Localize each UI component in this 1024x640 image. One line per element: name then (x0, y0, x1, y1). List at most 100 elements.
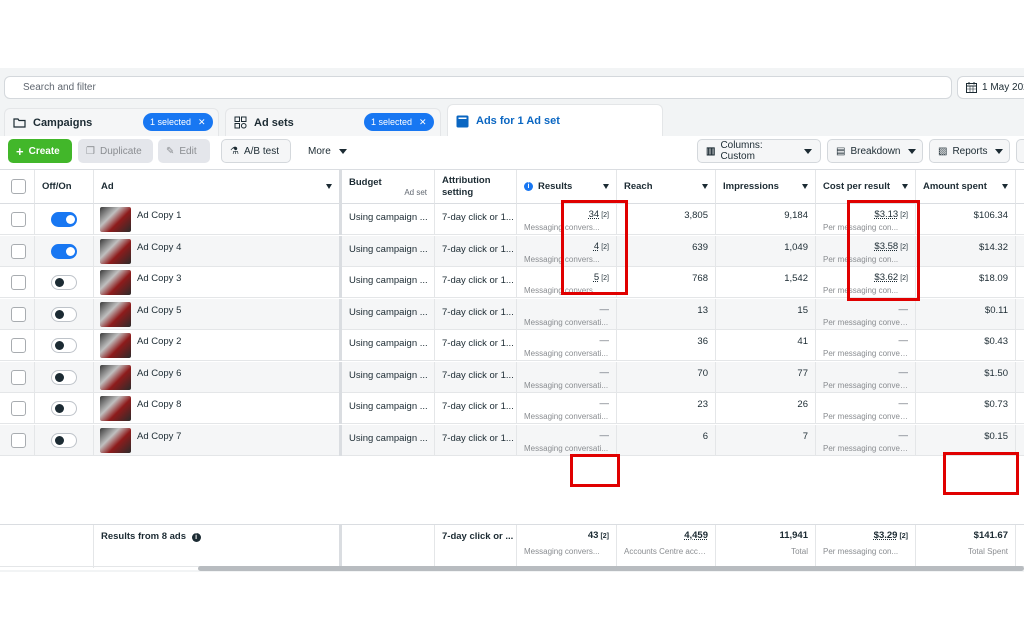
row-checkbox[interactable] (11, 433, 26, 448)
row-results-value[interactable]: 5 [2] (594, 272, 609, 283)
row-checkbox[interactable] (11, 370, 26, 385)
row-results-value[interactable]: 4 [2] (594, 241, 609, 252)
breakdown-button[interactable]: ▤ Breakdown (827, 139, 923, 163)
ad-status-toggle[interactable] (51, 244, 77, 259)
table-row[interactable]: Ad Copy 8 Using campaign ... 7-day click o… (0, 393, 1024, 424)
ad-status-toggle[interactable] (51, 338, 77, 353)
tab-campaigns[interactable]: Campaigns 1 selected ✕ (4, 108, 219, 136)
row-checkbox[interactable] (11, 338, 26, 353)
table-row[interactable]: Ad Copy 1 Using campaign ... 7-day click o… (0, 204, 1024, 235)
ad-name[interactable]: Ad Copy 3 (137, 273, 181, 284)
header-amount-spent[interactable]: Amount spent (916, 170, 1016, 204)
table-row[interactable]: Ad Copy 5 Using campaign ... 7-day click o… (0, 299, 1024, 330)
ad-status-toggle[interactable] (51, 307, 77, 322)
table-row[interactable]: Ad Copy 4 Using campaign ... 7-day click o… (0, 236, 1024, 267)
table-row[interactable]: Ad Copy 2 Using campaign ... 7-day click o… (0, 330, 1024, 361)
ad-name[interactable]: Ad Copy 1 (137, 210, 181, 221)
header-budget[interactable]: Budget Ad set (342, 170, 435, 204)
ad-name[interactable]: Ad Copy 5 (137, 305, 181, 316)
header-impressions[interactable]: Impressions (716, 170, 816, 204)
header-attribution[interactable]: Attribution setting (435, 170, 517, 204)
close-icon[interactable]: ✕ (198, 117, 206, 128)
row-checkbox[interactable] (11, 307, 26, 322)
row-reach: 768 (617, 267, 716, 298)
ad-status-toggle[interactable] (51, 212, 77, 227)
date-range-button[interactable]: 1 May 202 (957, 76, 1024, 99)
row-cost-sub: Per messaging conver... (823, 381, 908, 390)
ad-thumbnail[interactable] (100, 207, 131, 232)
create-button[interactable]: + Create (8, 139, 72, 163)
duplicate-button[interactable]: ❐ Duplicate (78, 139, 153, 163)
ad-status-toggle[interactable] (51, 401, 77, 416)
ad-status-toggle[interactable] (51, 370, 77, 385)
row-cost-value[interactable]: $3.13 [2] (874, 209, 908, 220)
ad-name[interactable]: Ad Copy 2 (137, 336, 181, 347)
row-results-value[interactable]: — (600, 304, 610, 315)
row-checkbox[interactable] (11, 212, 26, 227)
ad-name[interactable]: Ad Copy 8 (137, 399, 181, 410)
search-filter-input[interactable]: Search and filter (4, 76, 952, 99)
sort-icon[interactable] (603, 184, 609, 189)
row-checkbox[interactable] (11, 401, 26, 416)
edit-button[interactable]: ✎ Edit (158, 139, 210, 163)
table-row[interactable]: Ad Copy 7 Using campaign ... 7-day click o… (0, 425, 1024, 456)
ad-thumbnail[interactable] (100, 239, 131, 264)
header-results[interactable]: i Results (517, 170, 617, 204)
ad-status-toggle[interactable] (51, 275, 77, 290)
horizontal-scrollbar[interactable] (198, 566, 1024, 571)
breakdown-label: Breakdown (850, 145, 901, 157)
sort-icon[interactable] (1002, 184, 1008, 189)
ad-thumbnail[interactable] (100, 396, 131, 421)
tab-ads[interactable]: Ads for 1 Ad set (447, 104, 663, 137)
ad-name[interactable]: Ad Copy 4 (137, 242, 181, 253)
ab-test-button[interactable]: ⚗ A/B test (221, 139, 291, 163)
row-cost-value[interactable]: — (899, 398, 909, 409)
row-select-cell (0, 330, 35, 361)
row-results-value[interactable]: — (600, 367, 610, 378)
duplicate-icon: ❐ (86, 145, 95, 157)
ad-name[interactable]: Ad Copy 7 (137, 431, 181, 442)
campaigns-selected-pill[interactable]: 1 selected ✕ (143, 113, 213, 131)
select-all-checkbox[interactable] (11, 179, 26, 194)
table-row[interactable]: Ad Copy 3 Using campaign ... 7-day click o… (0, 267, 1024, 298)
sort-icon[interactable] (702, 184, 708, 189)
ad-thumbnail[interactable] (100, 365, 131, 390)
sort-icon[interactable] (326, 184, 332, 189)
overflow-button[interactable] (1016, 139, 1024, 163)
row-checkbox[interactable] (11, 275, 26, 290)
more-button[interactable]: More (300, 139, 350, 163)
sort-icon[interactable] (902, 184, 908, 189)
row-cost-value[interactable]: — (899, 367, 909, 378)
row-cost-value[interactable]: $3.58 [2] (874, 241, 908, 252)
row-cost-value[interactable]: — (899, 304, 909, 315)
row-checkbox[interactable] (11, 244, 26, 259)
reports-button[interactable]: ▧ Reports (929, 139, 1010, 163)
row-cost-value[interactable]: $3.62 [2] (874, 272, 908, 283)
row-cost-value[interactable]: — (899, 430, 909, 441)
row-attribution: 7-day click or 1... (435, 362, 517, 393)
ad-name[interactable]: Ad Copy 6 (137, 368, 181, 379)
ad-thumbnail[interactable] (100, 333, 131, 358)
row-results-value[interactable]: — (600, 398, 610, 409)
row-cost: $3.58 [2] Per messaging con... (816, 236, 916, 267)
row-results-value[interactable]: — (600, 430, 610, 441)
tab-ad-sets[interactable]: Ad sets 1 selected ✕ (225, 108, 441, 136)
ad-thumbnail[interactable] (100, 428, 131, 453)
table-row[interactable]: Ad Copy 6 Using campaign ... 7-day click o… (0, 362, 1024, 393)
sort-icon[interactable] (802, 184, 808, 189)
header-cost-per-result[interactable]: Cost per result (816, 170, 916, 204)
columns-button[interactable]: ▥ Columns: Custom (697, 139, 821, 163)
row-results-value[interactable]: 34 [2] (589, 209, 609, 220)
ad-sets-selected-pill[interactable]: 1 selected ✕ (364, 113, 434, 131)
info-icon[interactable]: i (524, 182, 533, 191)
row-cost-value[interactable]: — (899, 335, 909, 346)
info-icon[interactable]: i (191, 533, 201, 542)
row-results-value[interactable]: — (600, 335, 610, 346)
header-ad[interactable]: Ad (94, 170, 342, 204)
ad-thumbnail[interactable] (100, 270, 131, 295)
header-reach[interactable]: Reach (617, 170, 716, 204)
row-impressions: 15 (716, 299, 816, 330)
ad-status-toggle[interactable] (51, 433, 77, 448)
ad-thumbnail[interactable] (100, 302, 131, 327)
close-icon[interactable]: ✕ (419, 117, 427, 128)
